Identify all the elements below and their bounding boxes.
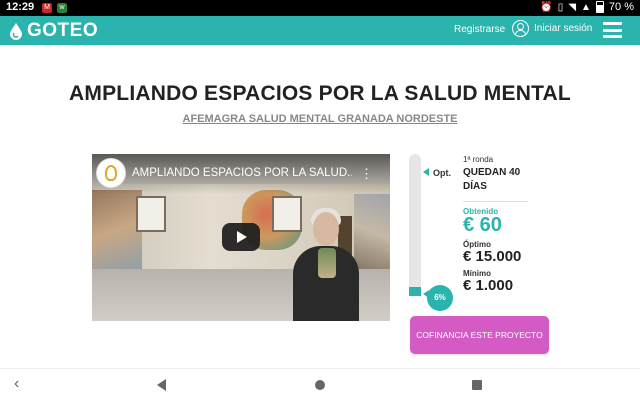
status-icons: ⏰ ▯ ◥ ▲ 70 % bbox=[540, 1, 634, 13]
video-person bbox=[313, 212, 339, 246]
optimum-marker-icon bbox=[423, 168, 429, 176]
video-window bbox=[272, 196, 302, 232]
signal-icon: ▲ bbox=[581, 1, 591, 13]
days-left: QUEDAN 40 DÍAS bbox=[463, 167, 521, 192]
video-mural bbox=[92, 190, 142, 270]
register-link[interactable]: Registrarse bbox=[454, 24, 505, 35]
progress-percent-badge: 6% bbox=[427, 285, 453, 311]
play-button[interactable] bbox=[222, 223, 260, 251]
system-navigation-bar: ‹ bbox=[0, 368, 640, 401]
logo-text: GOTEO bbox=[27, 20, 99, 41]
user-icon bbox=[512, 20, 529, 37]
hamburger-menu-icon[interactable] bbox=[603, 22, 622, 38]
status-time: 12:29 bbox=[6, 1, 35, 13]
chevron-left-icon[interactable]: ‹ bbox=[14, 375, 19, 393]
site-header: GOTEO Registrarse Iniciar sesión bbox=[0, 16, 640, 45]
cofinance-button[interactable]: COFINANCIA ESTE PROYECTO bbox=[410, 316, 549, 354]
minimum-amount: € 1.000 bbox=[463, 277, 514, 294]
video-mural bbox=[354, 194, 390, 269]
video-window bbox=[136, 196, 166, 232]
wifi-icon: ◥ bbox=[568, 1, 577, 13]
organization-link[interactable]: AFEMAGRA SALUD MENTAL GRANADA NORDESTE bbox=[0, 113, 640, 125]
back-icon[interactable] bbox=[157, 379, 166, 391]
battery-icon bbox=[595, 1, 604, 13]
optimum-marker-label: Opt. bbox=[433, 168, 451, 178]
obtained-amount: € 60 bbox=[463, 214, 502, 236]
round-label: 1ª ronda bbox=[463, 155, 494, 164]
login-link[interactable]: Iniciar sesión bbox=[512, 20, 592, 37]
channel-avatar[interactable] bbox=[96, 158, 126, 188]
video-title[interactable]: AMPLIANDO ESPACIOS POR LA SALUD... bbox=[132, 167, 352, 179]
whatsapp-icon: w bbox=[57, 3, 67, 13]
project-video[interactable]: AMPLIANDO ESPACIOS POR LA SALUD... ⋮ bbox=[92, 154, 390, 321]
alarm-icon: ⏰ bbox=[540, 1, 553, 13]
video-person bbox=[318, 248, 336, 278]
login-label: Iniciar sesión bbox=[534, 23, 593, 34]
drop-icon bbox=[10, 23, 22, 40]
optimum-amount: € 15.000 bbox=[463, 248, 522, 265]
vibrate-icon: ▯ bbox=[557, 1, 564, 13]
recents-icon[interactable] bbox=[472, 380, 482, 390]
divider bbox=[463, 201, 528, 202]
funding-thermometer bbox=[409, 154, 421, 296]
home-icon[interactable] bbox=[315, 380, 325, 390]
status-bar: 12:29 M w ⏰ ▯ ◥ ▲ 70 % bbox=[0, 0, 640, 16]
more-vert-icon[interactable]: ⋮ bbox=[360, 166, 373, 182]
funding-progress-fill bbox=[409, 287, 421, 296]
gmail-icon: M bbox=[42, 3, 52, 13]
goteo-logo[interactable]: GOTEO bbox=[8, 20, 98, 42]
project-title: AMPLIANDO ESPACIOS POR LA SALUD MENTAL bbox=[69, 82, 571, 105]
battery-level: 70 % bbox=[608, 1, 634, 13]
